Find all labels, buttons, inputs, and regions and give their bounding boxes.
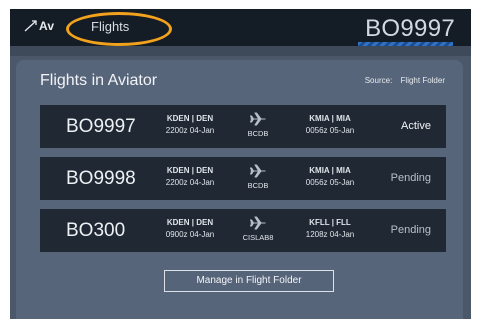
arrival-time: 0056z 05-Jan — [305, 126, 355, 135]
aviator-logo-icon — [24, 20, 37, 32]
top-bar: Av Flights BO9997 — [10, 9, 471, 50]
arrival-info: KMIA | MIA 0056z 05-Jan — [295, 157, 365, 187]
airplane-icon — [249, 216, 266, 230]
flight-id: BO9998 — [66, 168, 136, 189]
arrival-route: KMIA | MIA — [309, 114, 351, 123]
flight-id: BO300 — [66, 220, 126, 241]
aircraft-info: CISLAB8 — [236, 215, 280, 242]
departure-route: KDEN | DEN — [166, 114, 214, 123]
departure-info: KDEN | DEN 2200z 04-Jan — [155, 105, 225, 135]
airplane-icon — [249, 164, 266, 178]
tail-number: BCDB — [247, 129, 269, 138]
departure-info: KDEN | DEN 2200z 04-Jan — [155, 157, 225, 187]
flight-row[interactable]: BO9997 KDEN | DEN 2200z 04-Jan BCDB KMIA… — [40, 105, 446, 148]
status-label: Pending — [390, 172, 431, 184]
tail-number: CISLAB8 — [242, 233, 274, 242]
tail-number: BCDB — [247, 181, 269, 190]
brand-text: Av — [39, 19, 55, 33]
arrival-time: 1208z 04-Jan — [305, 230, 355, 239]
departure-route: KDEN | DEN — [166, 166, 214, 175]
departure-time: 2200z 04-Jan — [165, 126, 215, 135]
current-flight-number[interactable]: BO9997 — [365, 15, 455, 43]
manage-in-flight-folder-button[interactable]: Manage in Flight Folder — [164, 270, 334, 292]
airplane-icon — [249, 112, 266, 126]
arrival-info: KFLL | FLL 1208z 04-Jan — [295, 209, 365, 239]
flight-row[interactable]: BO9998 KDEN | DEN 2200z 04-Jan BCDB KMIA… — [40, 157, 446, 200]
source-label: Source: — [364, 76, 393, 85]
flight-row[interactable]: BO300 KDEN | DEN 0900z 04-Jan CISLAB8 KF… — [40, 209, 446, 252]
aircraft-info: BCDB — [236, 111, 280, 138]
flights-popover: Flights in Aviator Source: Flight Folder… — [16, 60, 463, 319]
aviator-logo[interactable]: Av — [24, 19, 54, 33]
popover-title: Flights in Aviator — [40, 72, 158, 89]
departure-time: 0900z 04-Jan — [165, 230, 215, 239]
arrival-route: KFLL | FLL — [309, 218, 351, 227]
flight-id: BO9997 — [66, 116, 136, 137]
arrival-info: KMIA | MIA 0056z 05-Jan — [295, 105, 365, 135]
arrival-time: 0056z 05-Jan — [305, 178, 355, 187]
highlight-ring — [66, 12, 172, 46]
source-info: Source: Flight Folder — [365, 76, 445, 85]
status-label: Pending — [390, 224, 431, 236]
status-label: Active — [401, 120, 431, 132]
arrival-route: KMIA | MIA — [309, 166, 351, 175]
departure-route: KDEN | DEN — [166, 218, 214, 227]
departure-time: 2200z 04-Jan — [165, 178, 215, 187]
aircraft-info: BCDB — [236, 163, 280, 190]
departure-info: KDEN | DEN 0900z 04-Jan — [155, 209, 225, 239]
source-value: Flight Folder — [400, 76, 445, 85]
